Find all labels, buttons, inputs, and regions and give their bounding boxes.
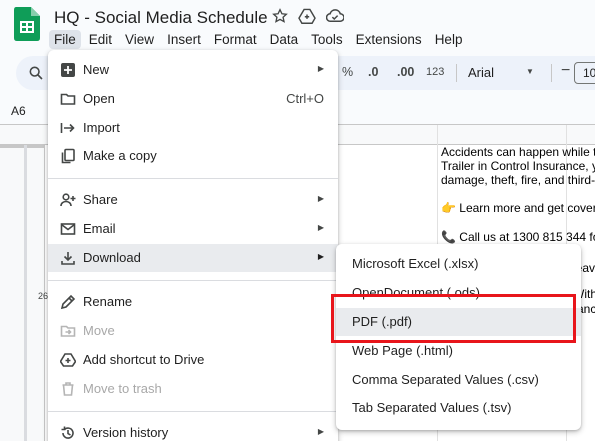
menu-item-email[interactable]: Email ▶ — [48, 215, 338, 243]
toolbar-divider — [456, 64, 457, 82]
increase-decimal-button[interactable]: .00 — [397, 65, 414, 79]
download-tsv[interactable]: Tab Separated Values (.tsv) — [336, 394, 581, 422]
submenu-arrow-icon: ▶ — [317, 194, 324, 203]
star-icon[interactable] — [272, 8, 288, 24]
menu-help[interactable]: Help — [430, 30, 468, 49]
menu-item-rename[interactable]: Rename — [48, 288, 338, 316]
menu-item-move-to-trash[interactable]: Move to trash — [48, 375, 338, 403]
font-family-select[interactable]: Arial — [468, 65, 494, 80]
menu-item-new[interactable]: New ▶ — [48, 56, 338, 84]
history-icon — [61, 426, 74, 439]
menu-view[interactable]: View — [120, 30, 159, 49]
row-number: 26 — [38, 291, 49, 301]
cell-text-line: damage, theft, fire, and third- — [441, 173, 595, 187]
pdf-highlight-annotation — [331, 294, 576, 343]
submenu-arrow-icon: ▶ — [317, 252, 324, 261]
file-menu: New ▶ Open Ctrl+O Import Make a copy Sha… — [48, 50, 338, 441]
menu-item-share[interactable]: Share ▶ — [48, 186, 338, 214]
name-box[interactable]: A6 — [11, 104, 26, 118]
menu-item-open[interactable]: Open Ctrl+O — [48, 85, 338, 113]
menu-file[interactable]: File — [49, 29, 81, 49]
title-actions — [272, 8, 344, 24]
menu-item-download[interactable]: Download ▶ — [48, 244, 338, 272]
toolbar-divider — [551, 64, 552, 82]
search-menus-icon[interactable] — [28, 65, 44, 81]
menu-item-move[interactable]: Move — [48, 317, 338, 345]
drive-shortcut-icon — [60, 353, 76, 367]
cloud-status-icon[interactable] — [326, 9, 344, 23]
number-format-button[interactable]: 123 — [426, 66, 444, 78]
folder-icon — [60, 93, 76, 105]
submenu-arrow-icon: ▶ — [317, 64, 324, 73]
folder-move-icon — [60, 325, 76, 337]
menu-bar: File Edit View Insert Format Data Tools … — [49, 29, 470, 49]
frozen-row-divider[interactable] — [0, 144, 45, 148]
person-add-icon — [60, 193, 76, 207]
menu-item-version-history[interactable]: Version history ▶ — [48, 419, 338, 441]
download-xlsx[interactable]: Microsoft Excel (.xlsx) — [336, 250, 581, 278]
sheets-logo-icon[interactable] — [14, 7, 40, 41]
menu-item-import[interactable]: Import — [48, 114, 338, 142]
menu-data[interactable]: Data — [265, 30, 304, 49]
cell-text-line: Accidents can happen while t — [441, 145, 595, 159]
menu-divider — [48, 411, 338, 412]
pencil-icon — [60, 294, 76, 310]
menu-tools[interactable]: Tools — [306, 30, 348, 49]
format-percent-button[interactable]: % — [342, 65, 353, 79]
decrease-decimal-button[interactable]: .0 — [368, 65, 378, 79]
menu-divider — [48, 178, 338, 179]
font-size-decrease-button[interactable]: − — [561, 62, 570, 80]
frozen-column-divider[interactable] — [24, 145, 27, 441]
copy-icon — [61, 148, 75, 164]
menu-divider — [48, 280, 338, 281]
submenu-arrow-icon: ▶ — [317, 223, 324, 232]
font-size-input[interactable]: 10 — [574, 62, 595, 84]
cell-text-line: 👉 Learn more and get cover — [441, 201, 595, 215]
download-icon — [61, 252, 75, 265]
document-title[interactable]: HQ - Social Media Schedule — [54, 8, 268, 28]
envelope-icon — [60, 223, 76, 235]
menu-item-add-shortcut-to-drive[interactable]: Add shortcut to Drive — [48, 346, 338, 374]
move-to-drive-icon[interactable] — [298, 8, 316, 24]
submenu-arrow-icon: ▶ — [317, 427, 324, 436]
import-arrow-icon — [60, 123, 75, 133]
google-sheets-window: HQ - Social Media Schedule File Edit Vie… — [0, 0, 595, 441]
font-dropdown-chevron-icon[interactable]: ▼ — [526, 67, 534, 76]
menu-edit[interactable]: Edit — [84, 30, 117, 49]
cell-text-line: Trailer in Control Insurance, y — [441, 159, 595, 173]
cell-text-line: 📞 Call us at 1300 815 344 fo — [441, 230, 595, 244]
menu-format[interactable]: Format — [209, 30, 262, 49]
menu-item-make-a-copy[interactable]: Make a copy — [48, 142, 338, 170]
menu-insert[interactable]: Insert — [162, 30, 206, 49]
trash-icon — [62, 382, 74, 396]
plus-box-icon — [61, 63, 75, 77]
download-csv[interactable]: Comma Separated Values (.csv) — [336, 366, 581, 394]
menu-extensions[interactable]: Extensions — [351, 30, 427, 49]
